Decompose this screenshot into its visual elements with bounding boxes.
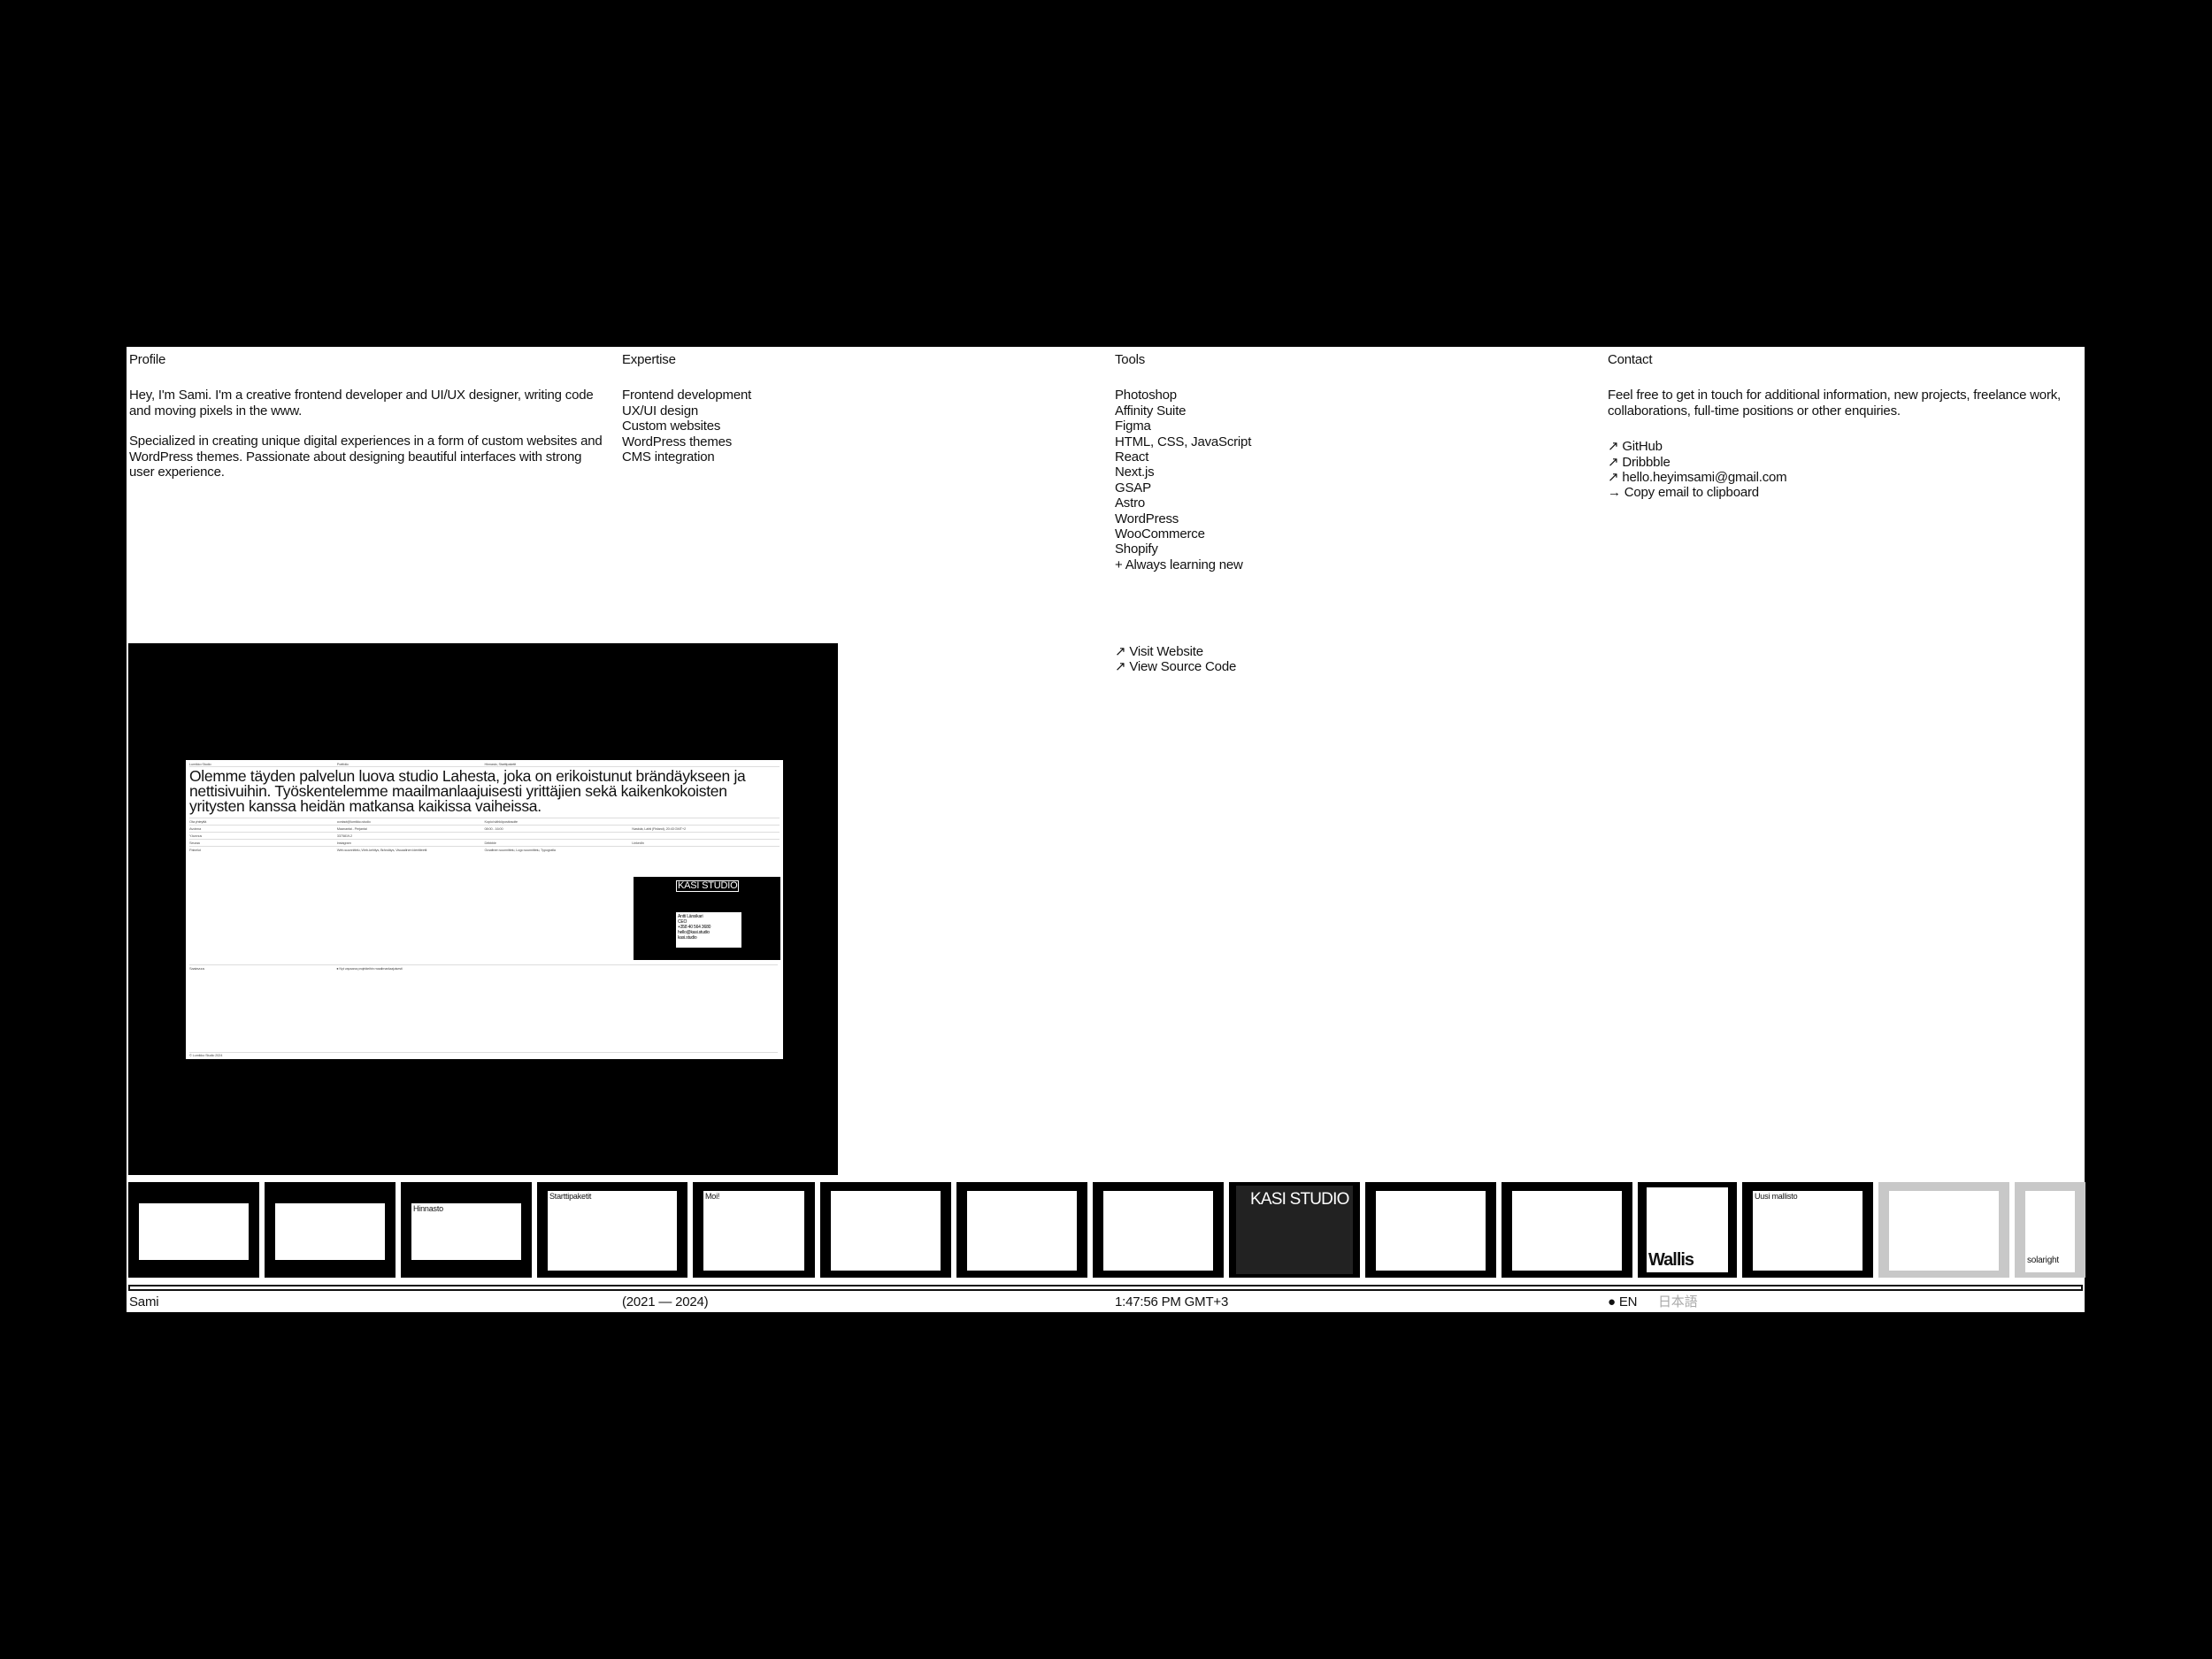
expertise-item: UX/UI design <box>622 403 698 419</box>
footer-clock: 1:47:56 PM GMT+3 <box>1115 1294 1229 1310</box>
horizontal-scrollbar[interactable] <box>128 1285 2083 1291</box>
tool-item: Astro <box>1115 495 1146 511</box>
tool-item: + Always learning new <box>1115 557 1243 572</box>
thumbnail-label: Moi! <box>705 1192 720 1201</box>
tool-item: HTML, CSS, JavaScript <box>1115 434 1252 449</box>
expertise-heading: Expertise <box>622 352 676 367</box>
footer-name: Sami <box>129 1294 159 1310</box>
email-link[interactable]: ↗ hello.heyimsami@gmail.com <box>1608 470 1787 485</box>
tools-column: Tools Photoshop Affinity Suite Figma HTM… <box>1115 352 1593 572</box>
lang-ja[interactable]: 日本語 <box>1658 1294 1698 1310</box>
card-site: kasi.studio <box>678 935 697 941</box>
shot-cell: Avoinna <box>189 826 201 831</box>
contact-column: Contact Feel free to get in touch for ad… <box>1608 352 2077 501</box>
shot-cell: Instagram <box>336 841 351 845</box>
profile-specialization: Specialized in creating unique digital e… <box>129 434 603 480</box>
portfolio-panel: Profile Hey, I'm Sami. I'm a creative fr… <box>127 347 2085 1312</box>
project-thumbnail[interactable]: KASI STUDIO <box>1229 1182 1360 1278</box>
shot-cell <box>632 848 780 868</box>
shot-footer: © Lumikko Studio 2024 <box>189 1052 778 1057</box>
shot-cell: Maanantai - Perjantai <box>336 826 367 831</box>
shot-cell: Seuraa <box>189 841 200 845</box>
profile-column: Profile Hey, I'm Sami. I'm a creative fr… <box>129 352 607 495</box>
shot-cell: Dribbble <box>484 841 496 845</box>
shot-nav-item: Hinnasto, Starttipaketit <box>484 762 517 766</box>
project-thumbnail[interactable] <box>1502 1182 1632 1278</box>
tool-item: Affinity Suite <box>1115 403 1187 419</box>
shot-nav-item: Lumikko Studio <box>189 762 211 766</box>
shot-cell: Saatavuus <box>189 966 205 971</box>
thumbnail-label: Starttipaketit <box>549 1192 592 1201</box>
lang-en[interactable]: ● EN <box>1608 1294 1637 1310</box>
profile-intro: Hey, I'm Sami. I'm a creative frontend d… <box>129 388 594 419</box>
shot-cell: 08:00 - 16:00 <box>484 826 503 831</box>
profile-heading: Profile <box>129 352 166 367</box>
shot-cell: Palvelut <box>189 848 201 852</box>
project-thumbnail[interactable] <box>265 1182 396 1278</box>
business-card-image: KASI STUDIO Antti Länsikari CEO +358 40 … <box>634 877 780 960</box>
shot-cell: contact@lumikko.studio <box>336 819 371 824</box>
project-thumbnail[interactable]: Moi! <box>693 1182 815 1278</box>
shot-cell: Graafinen suunnittelu, Logo suunnittelu,… <box>484 848 556 852</box>
shot-nav-item <box>632 762 780 766</box>
shot-cell: Web-suunnittelu, Web-kehitys, Brändäys, … <box>336 848 427 852</box>
expertise-item: CMS integration <box>622 449 715 465</box>
project-thumbnail[interactable] <box>1093 1182 1224 1278</box>
project-thumbnail[interactable]: Wallis <box>1638 1182 1737 1278</box>
visit-website-link[interactable]: ↗ Visit Website <box>1115 644 1203 659</box>
project-thumbnail[interactable] <box>128 1182 259 1278</box>
footer-years: (2021 — 2024) <box>622 1294 709 1310</box>
project-thumbnail[interactable] <box>1878 1182 2009 1278</box>
shot-cell: LinkedIn <box>632 841 644 845</box>
project-preview[interactable]: Lumikko Studio Portfolio Hinnasto, Start… <box>128 643 838 1175</box>
shot-cell <box>632 833 780 838</box>
shot-nav-item: Portfolio <box>336 762 349 766</box>
project-thumbnail[interactable] <box>1365 1182 1496 1278</box>
shot-cell: 3375819-2 <box>336 833 353 838</box>
shot-headline: Olemme täyden palvelun luova studio Lahe… <box>189 767 746 815</box>
tools-heading: Tools <box>1115 352 1146 367</box>
shot-cell: Nastola, Lahti (Finland), 20:43 GMT+2 <box>632 826 686 831</box>
github-link[interactable]: ↗ GitHub <box>1608 439 1663 454</box>
project-thumbnails: Hinnasto Starttipaketit Moi! KASI STUDIO Wal… <box>128 1182 2085 1278</box>
tool-item: Figma <box>1115 419 1151 434</box>
shot-cell: Y-tunnus <box>189 833 203 838</box>
tool-item: WooCommerce <box>1115 526 1205 542</box>
dribbble-link[interactable]: ↗ Dribbble <box>1608 455 1671 470</box>
copy-email-button[interactable]: → Copy email to clipboard <box>1608 485 1759 500</box>
view-source-link[interactable]: ↗ View Source Code <box>1115 659 1236 674</box>
project-links: ↗ Visit Website ↗ View Source Code <box>1115 644 1236 675</box>
expertise-item: Custom websites <box>622 419 721 434</box>
shot-cell: Kopioi sähköpostiosoite <box>484 819 518 824</box>
contact-text: Feel free to get in touch for additional… <box>1608 388 2062 419</box>
expertise-item: WordPress themes <box>622 434 733 449</box>
shot-cell <box>485 833 633 838</box>
project-thumbnail[interactable]: Hinnasto <box>401 1182 532 1278</box>
shot-cell: Ota yhteyttä <box>189 819 207 824</box>
project-thumbnail[interactable]: solaright <box>2015 1182 2085 1278</box>
expertise-item: Frontend development <box>622 388 752 403</box>
shot-cell <box>632 819 780 824</box>
contact-heading: Contact <box>1608 352 1653 367</box>
tool-item: React <box>1115 449 1149 465</box>
thumbnail-label: Wallis <box>1648 1250 1694 1270</box>
project-thumbnail[interactable] <box>820 1182 951 1278</box>
shot-cell: ● Nyt vapaana projekteihin maailmanlaaju… <box>336 966 403 971</box>
thumbnail-label: Uusi mallisto <box>1755 1192 1798 1201</box>
project-thumbnail[interactable]: Starttipaketit <box>537 1182 687 1278</box>
thumbnail-label: KASI STUDIO <box>1250 1190 1349 1209</box>
project-thumbnail[interactable]: Uusi mallisto <box>1742 1182 1873 1278</box>
thumbnail-label: solaright <box>2027 1256 2059 1265</box>
project-thumbnail[interactable] <box>956 1182 1087 1278</box>
project-screenshot: Lumikko Studio Portfolio Hinnasto, Start… <box>186 760 783 1059</box>
tool-item: Shopify <box>1115 541 1158 557</box>
expertise-column: Expertise Frontend development UX/UI des… <box>622 352 1100 465</box>
tool-item: Photoshop <box>1115 388 1177 403</box>
tool-item: Next.js <box>1115 465 1155 480</box>
card-title: KASI STUDIO <box>676 880 740 892</box>
thumbnail-label: Hinnasto <box>413 1204 443 1213</box>
tool-item: WordPress <box>1115 511 1179 526</box>
tool-item: GSAP <box>1115 480 1151 495</box>
